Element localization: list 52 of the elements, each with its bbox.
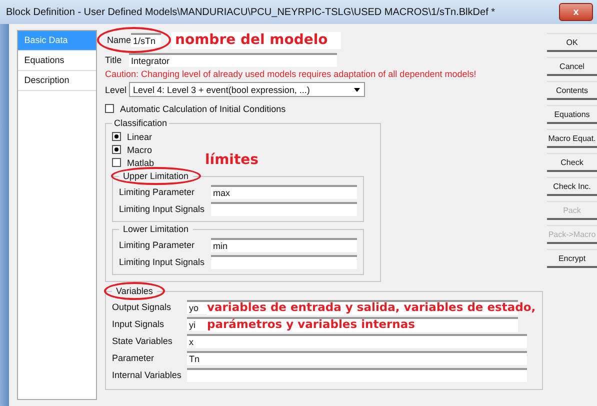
field-label: State Variables bbox=[112, 336, 174, 346]
input-field[interactable] bbox=[187, 368, 527, 382]
dialog-button[interactable]: Check Inc. bbox=[547, 177, 597, 196]
group-title: Variables bbox=[116, 286, 153, 296]
field-label: Title bbox=[105, 54, 123, 64]
title-field[interactable]: Integrator bbox=[129, 52, 337, 66]
dialog-button[interactable]: Equations bbox=[547, 105, 597, 124]
field-label: Limiting Input Signals bbox=[119, 256, 206, 266]
input-field[interactable] bbox=[211, 202, 357, 216]
field-label: Name bbox=[107, 35, 131, 45]
window-title: Block Definition - User Defined Models\MANDURIACU\PCU_NEYRPIC-TSLG\USED MACROS\1/sTn.BlkDef * bbox=[6, 6, 496, 18]
dialog-button[interactable]: Contents bbox=[547, 81, 597, 100]
checkbox[interactable] bbox=[112, 132, 121, 141]
group-title: Upper Limitation bbox=[123, 171, 189, 181]
input-field[interactable] bbox=[211, 254, 357, 268]
dialog-button[interactable]: Encrypt bbox=[547, 249, 597, 268]
dialog-button[interactable]: OK bbox=[547, 33, 597, 52]
group-title: Classification bbox=[113, 118, 168, 128]
field-label: Output Signals bbox=[112, 302, 172, 312]
name-field[interactable]: 1/sTn bbox=[131, 33, 161, 47]
annotation-text: límites bbox=[205, 152, 259, 168]
checkbox[interactable] bbox=[112, 158, 121, 167]
input-field[interactable]: yi bbox=[187, 316, 207, 330]
input-field[interactable]: Tn bbox=[187, 350, 527, 364]
input-field[interactable]: max bbox=[211, 184, 357, 198]
checkbox[interactable] bbox=[112, 145, 121, 154]
group-title: Lower Limitation bbox=[123, 224, 189, 234]
input-field[interactable]: x bbox=[187, 334, 527, 348]
checkbox-label: Linear bbox=[127, 132, 152, 142]
dialog-button[interactable]: Cancel bbox=[547, 57, 597, 76]
field-label: Limiting Parameter bbox=[119, 240, 196, 250]
field-label: Input Signals bbox=[112, 318, 166, 328]
checkbox[interactable] bbox=[105, 104, 114, 113]
caution-text: Caution: Changing level of already used models requires adaptation of all dependent models! bbox=[105, 68, 478, 81]
field-label: Limiting Parameter bbox=[119, 186, 196, 196]
checkbox-label: Macro bbox=[127, 144, 152, 154]
level-dropdown[interactable]: Level 4: Level 3 + event(bool expression, ...) bbox=[129, 82, 365, 97]
input-field[interactable]: min bbox=[211, 238, 357, 252]
field-label: Limiting Input Signals bbox=[119, 204, 206, 214]
checkbox-label: Matlab bbox=[127, 158, 154, 168]
annotation-text: parámetros y variables internas bbox=[207, 316, 518, 332]
checkbox-label: Automatic Calculation of Initial Conditions bbox=[120, 104, 286, 114]
dialog-button[interactable]: Macro Equat. bbox=[547, 129, 597, 148]
annotation-text: variables de entrada y salida, variables de estado, bbox=[207, 298, 536, 314]
field-label: Internal Variables bbox=[112, 370, 182, 380]
sidebar-item[interactable]: Equations bbox=[18, 51, 96, 71]
field-label: Level bbox=[105, 84, 128, 94]
dialog-button[interactable]: Check bbox=[547, 153, 597, 172]
input-field[interactable]: yo bbox=[187, 300, 207, 314]
field-label: Parameter bbox=[112, 352, 156, 362]
annotation-text: nombre del modelo bbox=[171, 32, 341, 48]
sidebar-item[interactable]: Description bbox=[18, 71, 96, 91]
